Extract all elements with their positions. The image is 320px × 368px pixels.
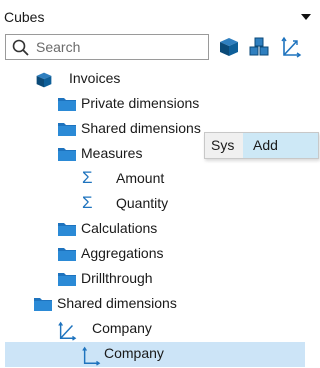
tree-item-quantity[interactable]: Σ Quantity xyxy=(0,192,319,217)
tree-item-label: Invoices xyxy=(69,70,121,86)
tree-item-label: Shared dimensions xyxy=(81,120,201,136)
tree-item-label: Measures xyxy=(81,145,143,161)
search-placeholder: Search xyxy=(36,39,81,55)
tree-item-label: Private dimensions xyxy=(81,95,200,111)
tree-item-label: Quantity xyxy=(116,195,169,211)
folder-icon xyxy=(58,273,76,286)
tree-item-label: Aggregations xyxy=(81,245,164,261)
folder-icon xyxy=(58,98,76,111)
add-cubes-button[interactable] xyxy=(248,36,272,60)
context-menu-label: Add xyxy=(253,137,278,153)
dropdown-caret-icon[interactable] xyxy=(301,14,311,20)
context-menu-label: Sys xyxy=(211,137,235,153)
cubes-icon xyxy=(249,37,269,56)
cube-icon xyxy=(220,38,238,56)
tree-item-shared-dimensions-root[interactable]: Shared dimensions xyxy=(0,292,319,317)
panel-header[interactable]: Cubes xyxy=(0,0,319,34)
context-menu-item-add[interactable]: Add xyxy=(243,133,318,158)
tree-item-amount[interactable]: Σ Amount xyxy=(0,167,319,192)
folder-icon xyxy=(58,223,76,236)
sigma-icon: Σ xyxy=(82,168,93,187)
folder-icon xyxy=(58,123,76,136)
axis-icon xyxy=(281,36,302,58)
cube-icon xyxy=(36,72,52,88)
tree-item-calculations[interactable]: Calculations xyxy=(0,217,319,242)
axis-icon xyxy=(58,321,77,341)
add-cube-button[interactable] xyxy=(218,36,242,60)
folder-icon xyxy=(58,148,76,161)
panel-title: Cubes xyxy=(4,9,45,25)
tree-item-label: Amount xyxy=(116,170,165,186)
tree-item-label: Drillthrough xyxy=(81,270,153,286)
tree-item-aggregations[interactable]: Aggregations xyxy=(0,242,319,267)
tree-item-label: Shared dimensions xyxy=(57,295,177,311)
tree-item-invoices[interactable]: Invoices xyxy=(0,67,319,92)
tree-item-label: Company xyxy=(92,320,152,336)
search-icon xyxy=(12,39,29,56)
tree-item-private-dimensions[interactable]: Private dimensions xyxy=(0,92,319,117)
tree-item-label: Company xyxy=(104,345,164,361)
tree-item-label: Calculations xyxy=(81,220,158,236)
sigma-icon: Σ xyxy=(82,193,93,212)
tree-item-company-dimension[interactable]: Company xyxy=(0,317,319,342)
add-dimension-button[interactable] xyxy=(280,36,304,60)
folder-icon xyxy=(58,248,76,261)
hierarchy-icon xyxy=(82,346,101,366)
tree-item-company-hierarchy[interactable]: Company xyxy=(5,342,305,367)
tree-item-drillthrough[interactable]: Drillthrough xyxy=(0,267,319,292)
context-menu: Sys Add xyxy=(204,132,319,159)
folder-icon xyxy=(34,298,52,311)
context-menu-item-sys[interactable]: Sys xyxy=(205,133,241,158)
search-input[interactable]: Search xyxy=(5,34,209,60)
